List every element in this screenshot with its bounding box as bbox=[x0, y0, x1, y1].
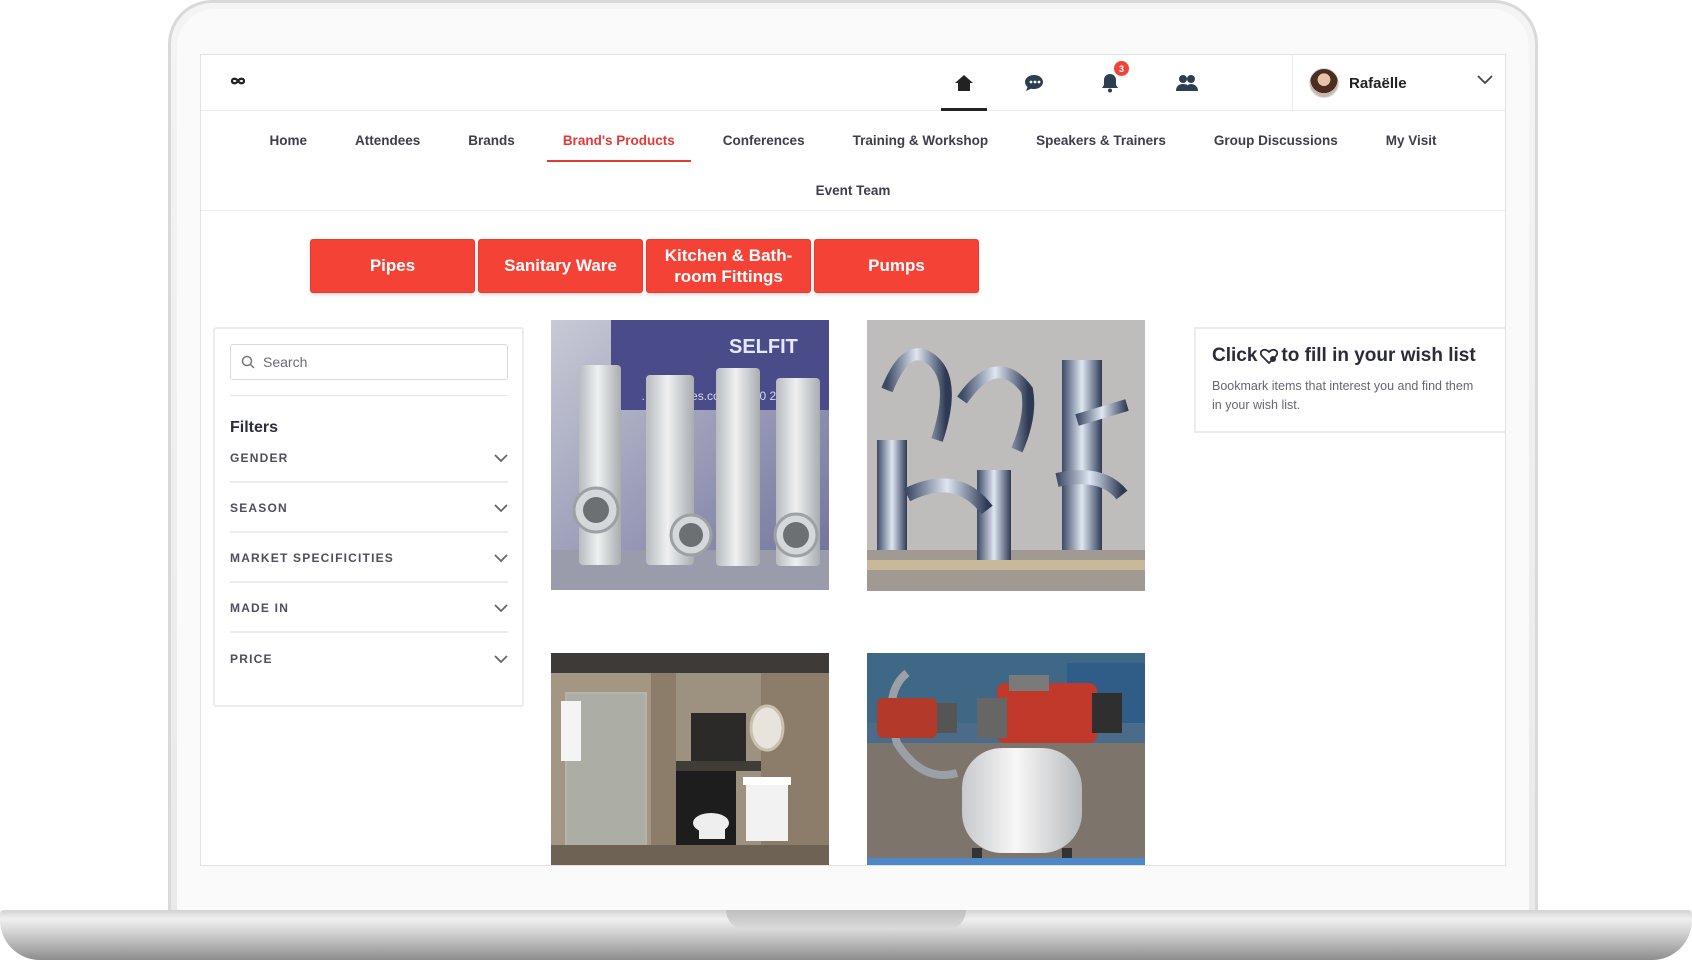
filter-label: SEASON bbox=[230, 501, 288, 515]
filter-label: MADE IN bbox=[230, 601, 290, 615]
filter-label: MARKET SPECIFICITIES bbox=[230, 551, 395, 565]
nav-brands-products[interactable]: Brand's Products bbox=[546, 127, 691, 162]
nav-training-workshop[interactable]: Training & Workshop bbox=[837, 127, 1005, 162]
divider bbox=[230, 395, 508, 396]
category-sanitary-ware-button[interactable]: Sanitary Ware bbox=[478, 239, 643, 293]
nav-attendees[interactable]: Attendees bbox=[339, 127, 436, 162]
nav-event-team[interactable]: Event Team bbox=[800, 177, 907, 212]
category-pumps-button[interactable]: Pumps bbox=[814, 239, 979, 293]
product-image-pipes[interactable]: SELFIT …playpipes.com | 1800 2… bbox=[551, 320, 829, 590]
nav-conferences[interactable]: Conferences bbox=[707, 127, 821, 162]
chevron-down-icon bbox=[494, 603, 508, 612]
pipes-banner-text: SELFIT bbox=[729, 336, 798, 358]
user-name: Rafaëlle bbox=[1349, 74, 1407, 92]
nav-home[interactable]: Home bbox=[254, 127, 324, 162]
wishlist-title: Click to fill in your wish list bbox=[1212, 345, 1491, 367]
filter-label: PRICE bbox=[230, 652, 273, 666]
filter-sidebar: Filters GENDER SEASON MARKET SPECIFICITI… bbox=[213, 327, 524, 707]
chevron-down-icon bbox=[1477, 75, 1493, 85]
product-image-bathroom[interactable] bbox=[551, 653, 829, 865]
wishlist-card: Click to fill in your wish list Bookmark… bbox=[1194, 327, 1505, 433]
user-menu[interactable]: Rafaëlle bbox=[1292, 55, 1505, 111]
infinity-logo-icon[interactable] bbox=[225, 71, 251, 91]
nav-group-discussions[interactable]: Group Discussions bbox=[1198, 127, 1354, 162]
filter-price[interactable]: PRICE bbox=[230, 635, 508, 683]
chat-icon[interactable] bbox=[1011, 55, 1057, 111]
notification-badge: 3 bbox=[1114, 61, 1129, 76]
top-bar: 3 Rafaëlle bbox=[201, 55, 1505, 111]
chevron-down-icon bbox=[494, 553, 508, 562]
wishlist-title-start: Click bbox=[1212, 345, 1258, 366]
filter-season[interactable]: SEASON bbox=[230, 485, 508, 533]
app-screen: 3 Rafaëlle Home Attendees Brands Brand's… bbox=[200, 54, 1506, 866]
laptop-notch bbox=[726, 910, 966, 930]
bell-icon[interactable]: 3 bbox=[1087, 55, 1133, 111]
product-image-taps[interactable] bbox=[867, 320, 1145, 591]
nav-brands[interactable]: Brands bbox=[452, 127, 531, 162]
filter-made-in[interactable]: MADE IN bbox=[230, 585, 508, 633]
chevron-down-icon bbox=[494, 654, 508, 663]
chevron-down-icon bbox=[494, 503, 508, 512]
bookmark-heart-icon bbox=[1260, 348, 1279, 364]
filter-label: GENDER bbox=[230, 451, 289, 465]
filter-gender[interactable]: GENDER bbox=[230, 435, 508, 483]
nav-speakers-trainers[interactable]: Speakers & Trainers bbox=[1020, 127, 1182, 162]
search-field[interactable] bbox=[230, 344, 508, 380]
people-icon[interactable] bbox=[1164, 55, 1210, 111]
main-nav: Home Attendees Brands Brand's Products C… bbox=[201, 111, 1505, 211]
nav-my-visit[interactable]: My Visit bbox=[1370, 127, 1453, 162]
category-pipes-button[interactable]: Pipes bbox=[310, 239, 475, 293]
home-icon[interactable] bbox=[941, 55, 987, 111]
wishlist-description: Bookmark items that interest you and fin… bbox=[1212, 379, 1474, 412]
product-image-pump[interactable] bbox=[867, 653, 1145, 865]
category-kitchen-bathroom-fittings-button[interactable]: Kitchen & Bath-room Fittings bbox=[646, 239, 811, 293]
search-input[interactable] bbox=[263, 354, 493, 370]
search-icon bbox=[241, 355, 255, 369]
chevron-down-icon bbox=[494, 453, 508, 462]
wishlist-title-end: to fill in your wish list bbox=[1281, 345, 1476, 366]
filter-market-specificities[interactable]: MARKET SPECIFICITIES bbox=[230, 535, 508, 583]
avatar bbox=[1309, 68, 1339, 98]
